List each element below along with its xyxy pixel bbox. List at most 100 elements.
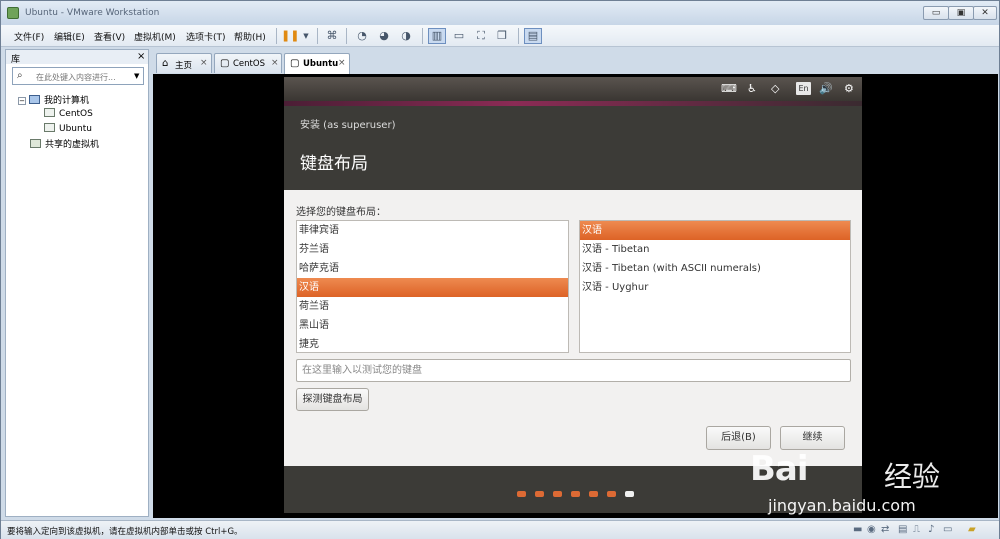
- library-panel: 库 × ⌕ 在此处键入内容进行... ▼ − 我的计算机 CentOS Ubunt…: [5, 49, 149, 517]
- watermark-brand: Bai: [750, 449, 809, 489]
- continue-button[interactable]: 继续: [780, 426, 845, 450]
- toolbar-separator: [276, 28, 277, 44]
- toolbar-separator: [346, 28, 347, 44]
- ubuntu-installer: ⌨ ♿ ◇ En 🔊 ⚙ 安装 (as superuser) 键盘布局 选择您的…: [284, 77, 862, 513]
- display-icon[interactable]: ▭: [943, 524, 952, 535]
- menu-tabs[interactable]: 选项卡(T): [186, 30, 226, 43]
- toolbar-separator: [317, 28, 318, 44]
- library-header: 库 ×: [6, 50, 148, 65]
- tree-item-shared[interactable]: 共享的虚拟机: [30, 137, 99, 150]
- status-text: 要将输入定向到该虚拟机，请在虚拟机内部单击或按 Ctrl+G。: [7, 527, 243, 537]
- home-icon: ⌂: [162, 58, 169, 69]
- layout-language-list[interactable]: 菲律宾语 芬兰语 哈萨克语 汉语 荷兰语 黑山语 捷克: [296, 220, 569, 353]
- ubuntu-top-panel: ⌨ ♿ ◇ En 🔊 ⚙: [284, 77, 862, 101]
- minimize-button[interactable]: ▭: [923, 6, 949, 20]
- fullscreen-icon[interactable]: ⛶: [472, 28, 490, 44]
- snapshot-icon[interactable]: ◔: [353, 28, 371, 44]
- list-item[interactable]: 荷兰语: [297, 297, 568, 316]
- list-item[interactable]: 汉语 - Tibetan: [580, 240, 850, 259]
- thumbnail-view-icon[interactable]: ▤: [524, 28, 542, 44]
- accessibility-icon[interactable]: ♿: [747, 82, 757, 95]
- tab-label: 主页: [175, 61, 193, 71]
- tab-label: CentOS: [233, 59, 265, 69]
- library-search-input[interactable]: ⌕ 在此处键入内容进行... ▼: [12, 67, 144, 85]
- back-button[interactable]: 后退(B): [706, 426, 771, 450]
- progress-dot: [517, 491, 526, 497]
- page-title: 键盘布局: [300, 154, 368, 174]
- snapshot-manager-icon[interactable]: ◑: [397, 28, 415, 44]
- watermark-url: jingyan.baidu.com: [768, 496, 916, 515]
- tree-label: CentOS: [59, 109, 93, 119]
- library-title: 库: [11, 55, 21, 65]
- search-placeholder: 在此处键入内容进行...: [36, 73, 116, 82]
- network-adapter-icon[interactable]: ⇄: [881, 524, 889, 535]
- unity-icon[interactable]: ❐: [493, 28, 511, 44]
- vm-icon: ▢: [220, 58, 230, 69]
- tab-close-icon[interactable]: ×: [271, 58, 279, 68]
- sound-icon[interactable]: ♪: [928, 524, 934, 535]
- list-item[interactable]: 汉语 - Uyghur: [580, 278, 850, 297]
- tree-item-ubuntu[interactable]: Ubuntu: [44, 123, 92, 134]
- gear-icon[interactable]: ⚙: [844, 82, 854, 95]
- network-icon[interactable]: ⌘: [323, 28, 341, 44]
- keyboard-test-input[interactable]: [296, 359, 851, 382]
- tab-label: Ubuntu: [303, 59, 339, 69]
- close-window-button[interactable]: ✕: [973, 6, 997, 20]
- language-indicator[interactable]: En: [796, 82, 811, 95]
- tab-ubuntu[interactable]: ▢ Ubuntu ×: [284, 53, 350, 74]
- menu-vm[interactable]: 虚拟机(M): [134, 30, 176, 43]
- tab-centos[interactable]: ▢ CentOS ×: [214, 53, 282, 73]
- app-window: Ubuntu - VMware Workstation ▭ ▣ ✕ 文件(F) …: [0, 0, 1000, 539]
- shared-vm-icon: [30, 139, 41, 148]
- console-view-icon[interactable]: ▭: [450, 28, 468, 44]
- library-view-icon[interactable]: ▥: [428, 28, 446, 44]
- hdd-icon[interactable]: ▬: [853, 524, 862, 535]
- list-item[interactable]: 捷克: [297, 335, 568, 352]
- list-item[interactable]: 哈萨克语: [297, 259, 568, 278]
- list-item-selected[interactable]: 汉语: [580, 221, 850, 240]
- detect-layout-button[interactable]: 探测键盘布局: [296, 388, 369, 411]
- installer-header: 安装 (as superuser) 键盘布局: [284, 106, 862, 190]
- usb-icon[interactable]: ⎍: [913, 524, 920, 535]
- progress-dot-current: [625, 491, 634, 497]
- vm-icon: [44, 123, 55, 132]
- printer-icon[interactable]: ▤: [898, 524, 907, 535]
- progress-dot: [571, 491, 580, 497]
- menu-help[interactable]: 帮助(H): [234, 30, 266, 43]
- progress-dot: [589, 491, 598, 497]
- cdrom-icon[interactable]: ◉: [867, 524, 876, 535]
- toolbar-separator: [518, 28, 519, 44]
- menu-edit[interactable]: 编辑(E): [54, 30, 85, 43]
- collapse-icon[interactable]: −: [18, 97, 26, 105]
- chevron-down-icon[interactable]: ▼: [297, 28, 315, 44]
- vm-console[interactable]: ⌨ ♿ ◇ En 🔊 ⚙ 安装 (as superuser) 键盘布局 选择您的…: [153, 74, 998, 518]
- wifi-icon[interactable]: ◇: [771, 82, 779, 95]
- vm-icon: ▢: [290, 58, 300, 69]
- menu-view[interactable]: 查看(V): [94, 30, 125, 43]
- maximize-button[interactable]: ▣: [948, 6, 974, 20]
- window-title: Ubuntu - VMware Workstation: [25, 8, 160, 18]
- computer-icon: [29, 95, 40, 104]
- list-item-selected[interactable]: 汉语: [297, 278, 568, 297]
- title-bar: Ubuntu - VMware Workstation ▭ ▣ ✕: [1, 1, 999, 25]
- layout-prompt-label: 选择您的键盘布局：: [296, 207, 386, 218]
- list-item[interactable]: 芬兰语: [297, 240, 568, 259]
- tab-close-icon[interactable]: ×: [338, 58, 346, 68]
- message-icon[interactable]: ▰: [968, 524, 976, 535]
- tab-home[interactable]: ⌂ 主页 ×: [156, 53, 212, 73]
- volume-icon[interactable]: 🔊: [819, 82, 833, 95]
- chevron-down-icon[interactable]: ▼: [134, 72, 139, 80]
- layout-variant-list[interactable]: 汉语 汉语 - Tibetan 汉语 - Tibetan (with ASCII…: [579, 220, 851, 353]
- list-item[interactable]: 菲律宾语: [297, 221, 568, 240]
- list-item[interactable]: 汉语 - Tibetan (with ASCII numerals): [580, 259, 850, 278]
- list-item[interactable]: 黑山语: [297, 316, 568, 335]
- tree-item-centos[interactable]: CentOS: [44, 108, 93, 119]
- tree-item-my-computer[interactable]: − 我的计算机: [18, 93, 89, 106]
- menu-file[interactable]: 文件(F): [14, 30, 44, 43]
- snapshot-restore-icon[interactable]: ◕: [375, 28, 393, 44]
- tab-close-icon[interactable]: ×: [200, 58, 208, 68]
- progress-dot: [553, 491, 562, 497]
- library-close-icon[interactable]: ×: [137, 51, 145, 62]
- progress-dot: [607, 491, 616, 497]
- keyboard-icon[interactable]: ⌨: [721, 82, 737, 95]
